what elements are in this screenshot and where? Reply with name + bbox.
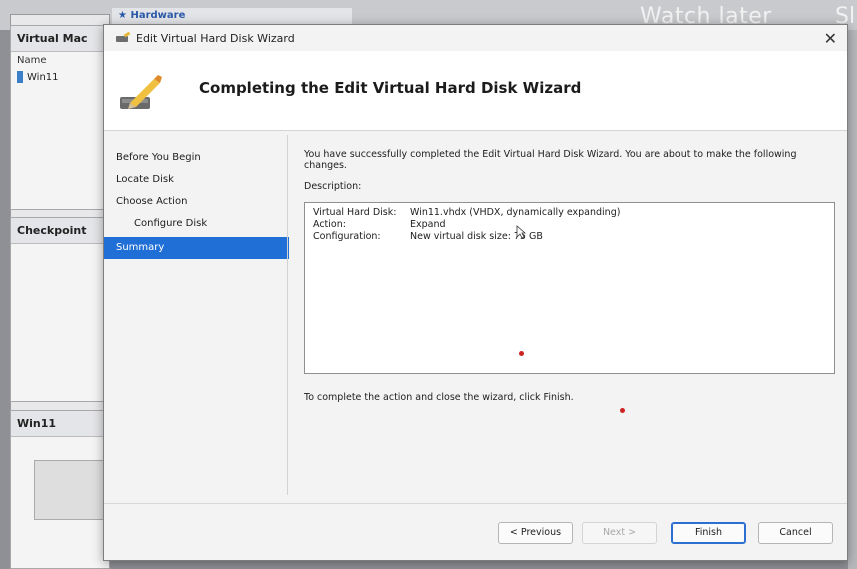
wizard-steps-nav: Before You Begin Locate Disk Choose Acti…: [104, 132, 289, 502]
description-label: Description:: [304, 181, 362, 192]
step-choose-action[interactable]: Choose Action: [104, 191, 289, 213]
desc-key: Action:: [313, 219, 346, 230]
vm-name: Win11: [27, 71, 59, 83]
desc-row-virtual-hard-disk: Virtual Hard Disk: Win11.vhdx (VHDX, dyn…: [313, 207, 826, 219]
finish-instruction: To complete the action and close the wiz…: [304, 392, 574, 403]
step-before-you-begin[interactable]: Before You Begin: [104, 147, 289, 169]
steps-divider: [287, 135, 288, 495]
summary-content: You have successfully completed the Edit…: [304, 149, 839, 413]
checkpoints-pane: Checkpoint: [10, 217, 110, 402]
footer-divider: [104, 503, 847, 504]
step-configure-disk[interactable]: Configure Disk: [104, 213, 289, 235]
virtual-machines-pane: Virtual Mac Name Win11: [10, 25, 110, 210]
desc-row-action: Action: Expand: [313, 219, 826, 231]
desc-key: Virtual Hard Disk:: [313, 207, 397, 218]
name-column-header[interactable]: Name: [11, 52, 109, 69]
dialog-title: Edit Virtual Hard Disk Wizard: [136, 31, 295, 45]
disk-pencil-icon: [120, 75, 162, 109]
checkpoints-heading: Checkpoint: [11, 218, 109, 244]
vm-thumbnail: [34, 460, 104, 520]
vm-list-item[interactable]: Win11: [11, 69, 109, 85]
previous-button[interactable]: < Previous: [498, 522, 573, 544]
desc-key: Configuration:: [313, 231, 381, 242]
next-button[interactable]: Next >: [582, 522, 657, 544]
edit-vhd-wizard-dialog: Edit Virtual Hard Disk Wizard ✕ Completi…: [103, 24, 848, 561]
desc-value: Win11.vhdx (VHDX, dynamically expanding): [410, 207, 621, 218]
wizard-heading: Completing the Edit Virtual Hard Disk Wi…: [199, 79, 582, 97]
desc-value: Expand: [410, 219, 446, 230]
mouse-cursor-icon: [516, 225, 526, 239]
desc-row-configuration: Configuration: New virtual disk size: 75…: [313, 231, 826, 243]
step-summary[interactable]: Summary: [104, 237, 289, 259]
vm-details-heading: Win11: [11, 411, 109, 437]
disk-wizard-icon: [116, 33, 130, 43]
intro-text: You have successfully completed the Edit…: [304, 149, 797, 171]
step-locate-disk[interactable]: Locate Disk: [104, 169, 289, 191]
close-icon[interactable]: ✕: [824, 29, 837, 48]
hardware-label: Hardware: [130, 10, 186, 21]
wizard-header: Completing the Edit Virtual Hard Disk Wi…: [104, 51, 847, 131]
cancel-button[interactable]: Cancel: [758, 522, 833, 544]
vm-icon: [17, 71, 23, 83]
virtual-machines-heading: Virtual Mac: [11, 26, 109, 52]
description-box[interactable]: Virtual Hard Disk: Win11.vhdx (VHDX, dyn…: [304, 202, 835, 374]
red-dot-marker: [519, 351, 524, 356]
finish-button[interactable]: Finish: [671, 522, 746, 544]
dialog-titlebar[interactable]: Edit Virtual Hard Disk Wizard: [104, 25, 847, 51]
red-dot-marker: [620, 408, 625, 413]
right-edge: [848, 30, 857, 569]
